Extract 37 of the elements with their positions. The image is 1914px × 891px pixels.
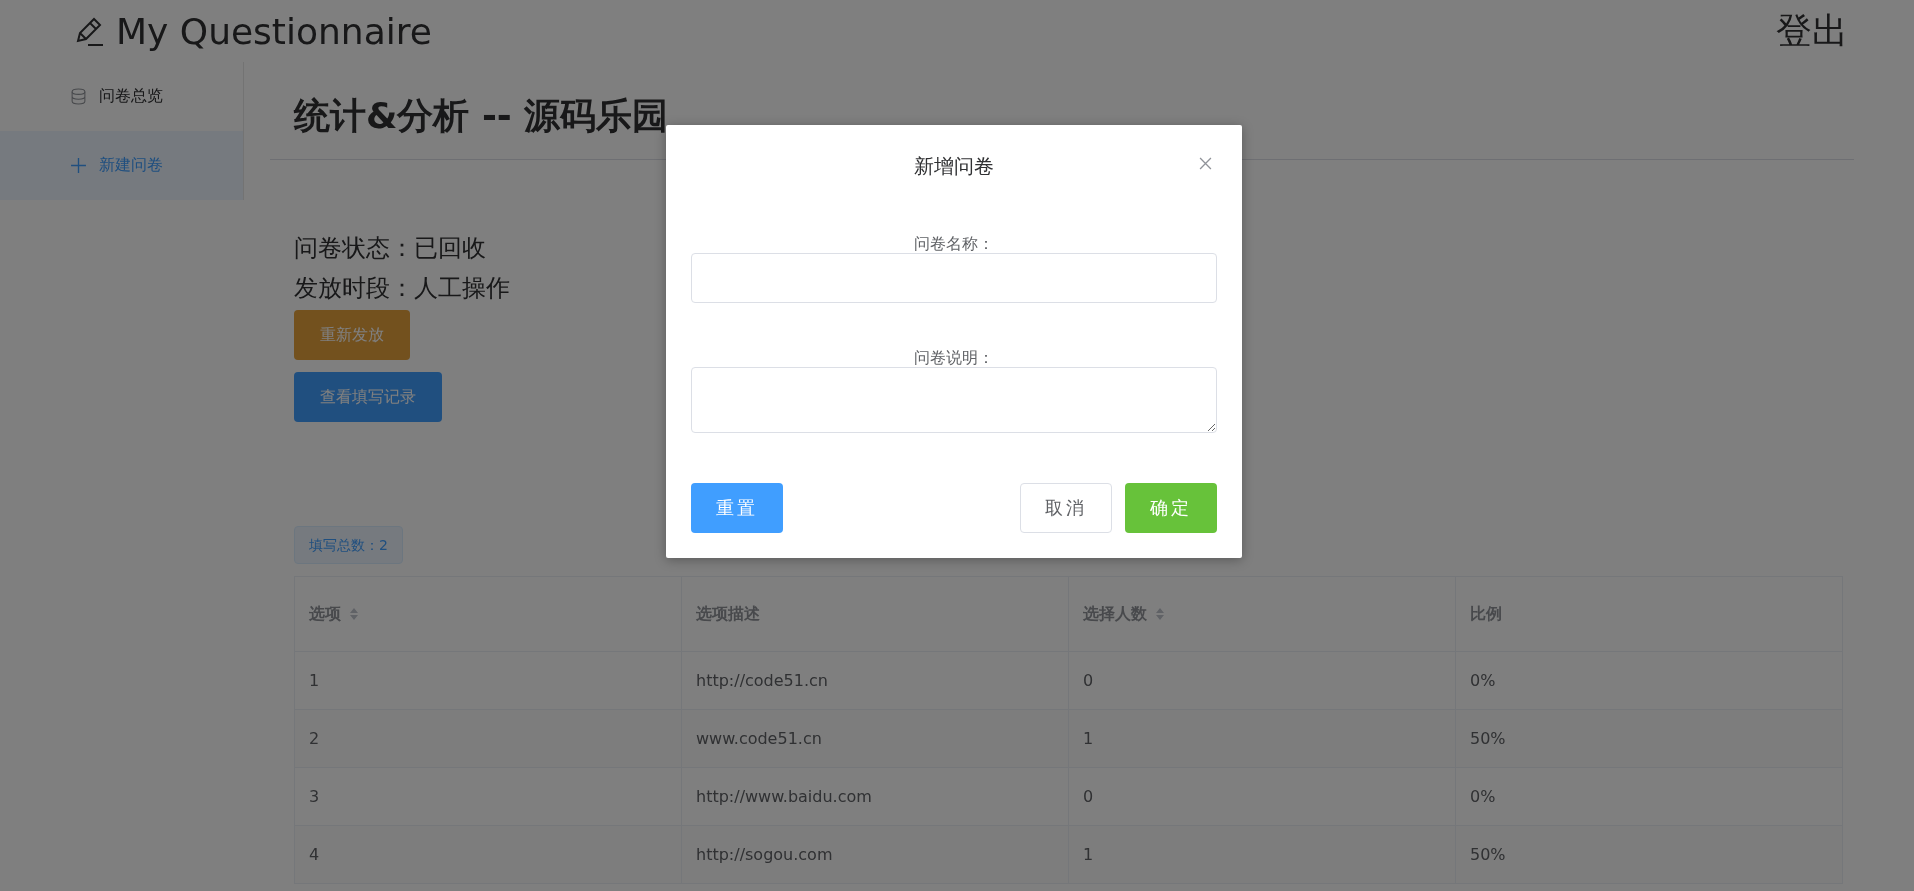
table-cell: 1 <box>1068 825 1456 884</box>
close-icon[interactable] <box>1199 157 1212 170</box>
table-cell: 1 <box>294 651 682 710</box>
reset-button[interactable]: 重置 <box>691 483 783 533</box>
sort-icon[interactable] <box>1155 607 1165 621</box>
plus-icon <box>70 157 87 174</box>
table-cell: 2 <box>294 709 682 768</box>
period-text: 发放时段：人工操作 <box>294 273 510 304</box>
table-cell: 3 <box>294 767 682 826</box>
database-icon <box>70 88 87 105</box>
sort-icon[interactable] <box>349 607 359 621</box>
table-cell: 0 <box>1068 767 1456 826</box>
action-button[interactable]: 查看填写记录 <box>294 372 442 422</box>
table-cell: http://code51.cn <box>681 651 1069 710</box>
table-cell: http://www.baidu.com <box>681 767 1069 826</box>
description-textarea[interactable] <box>691 367 1217 433</box>
table-cell: 0% <box>1455 767 1843 826</box>
field-label: 问卷说明： <box>914 349 994 367</box>
name-input[interactable] <box>691 253 1217 303</box>
app-title: My Questionnaire <box>116 10 432 52</box>
field-label: 问卷名称： <box>914 235 994 253</box>
table-cell: 4 <box>294 825 682 884</box>
logout-link[interactable]: 登出 <box>1776 6 1848 56</box>
status-text: 问卷状态：已回收 <box>294 233 486 264</box>
total-tag: 填写总数：2 <box>294 526 403 564</box>
table-cell: http://sogou.com <box>681 825 1069 884</box>
table-cell: 0 <box>1068 651 1456 710</box>
table-cell: 50% <box>1455 709 1843 768</box>
confirm-button[interactable]: 确定 <box>1125 483 1217 533</box>
table-cell: 50% <box>1455 825 1843 884</box>
cancel-button[interactable]: 取消 <box>1020 483 1112 533</box>
sidebar-item[interactable]: 新建问卷 <box>0 131 243 200</box>
sidebar-item[interactable]: 问卷总览 <box>0 62 243 131</box>
table-cell: 1 <box>1068 709 1456 768</box>
table-cell: 0% <box>1455 651 1843 710</box>
action-button[interactable]: 重新发放 <box>294 310 410 360</box>
table-cell: www.code51.cn <box>681 709 1069 768</box>
